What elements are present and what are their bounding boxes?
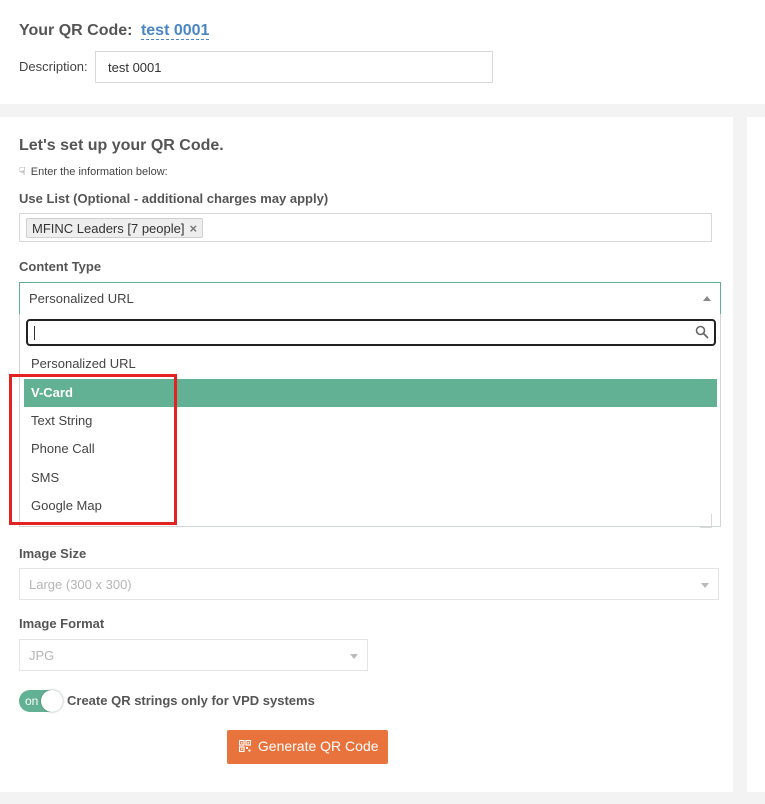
content-type-label: Content Type: [19, 259, 102, 274]
vpd-toggle-label: Create QR strings only for VPD systems: [67, 693, 315, 708]
caret-down-icon: [350, 654, 358, 659]
image-size-label: Image Size: [19, 546, 87, 561]
caret-down-icon: [701, 583, 709, 588]
use-list-label: Use List (Optional - additional charges …: [19, 191, 329, 206]
annotation-highlight-box: [9, 374, 177, 525]
vpd-toggle[interactable]: on: [19, 690, 63, 712]
content-type-select[interactable]: Personalized URL: [19, 282, 721, 314]
caret-up-icon: [703, 296, 711, 301]
generate-qr-button[interactable]: Generate QR Code: [227, 730, 388, 764]
text-cursor: [34, 326, 35, 340]
toggle-state-text: on: [25, 694, 39, 708]
image-format-label: Image Format: [19, 616, 105, 631]
image-size-value: Large (300 x 300): [29, 577, 132, 592]
content-type-selected: Personalized URL: [29, 291, 134, 306]
list-tag-label: MFINC Leaders [7 people]: [32, 221, 185, 236]
header: Your QR Code: test 0001 Description: tes…: [0, 0, 765, 104]
side-panel: [747, 117, 765, 792]
qr-code-name-link[interactable]: test 0001: [140, 22, 210, 40]
image-format-value: JPG: [29, 648, 55, 663]
description-label: Description:: [19, 59, 88, 74]
setup-hint-text: Enter the information below:: [30, 166, 168, 178]
title-prefix: Your QR Code:: [19, 22, 133, 39]
qr-code-icon: [239, 740, 251, 752]
dropdown-search-input[interactable]: [26, 319, 716, 346]
tag-remove-icon[interactable]: ×: [189, 221, 197, 236]
image-size-select[interactable]: Large (300 x 300): [19, 568, 719, 600]
image-format-select[interactable]: JPG: [19, 639, 368, 671]
search-icon: [695, 325, 709, 339]
generate-qr-label: Generate QR Code: [257, 738, 379, 754]
toggle-knob: [41, 690, 63, 712]
setup-title: Let's set up your QR Code.: [19, 137, 224, 154]
setup-hint: ☟ Enter the information below:: [19, 165, 168, 178]
page-title: Your QR Code: test 0001: [19, 22, 210, 40]
list-tag: MFINC Leaders [7 people] ×: [26, 218, 204, 238]
hidden-field-edge: [700, 514, 712, 528]
use-list-field[interactable]: MFINC Leaders [7 people] ×: [19, 213, 712, 242]
pointing-hand-icon: ☟: [19, 166, 26, 178]
description-input[interactable]: test 0001: [95, 51, 493, 83]
